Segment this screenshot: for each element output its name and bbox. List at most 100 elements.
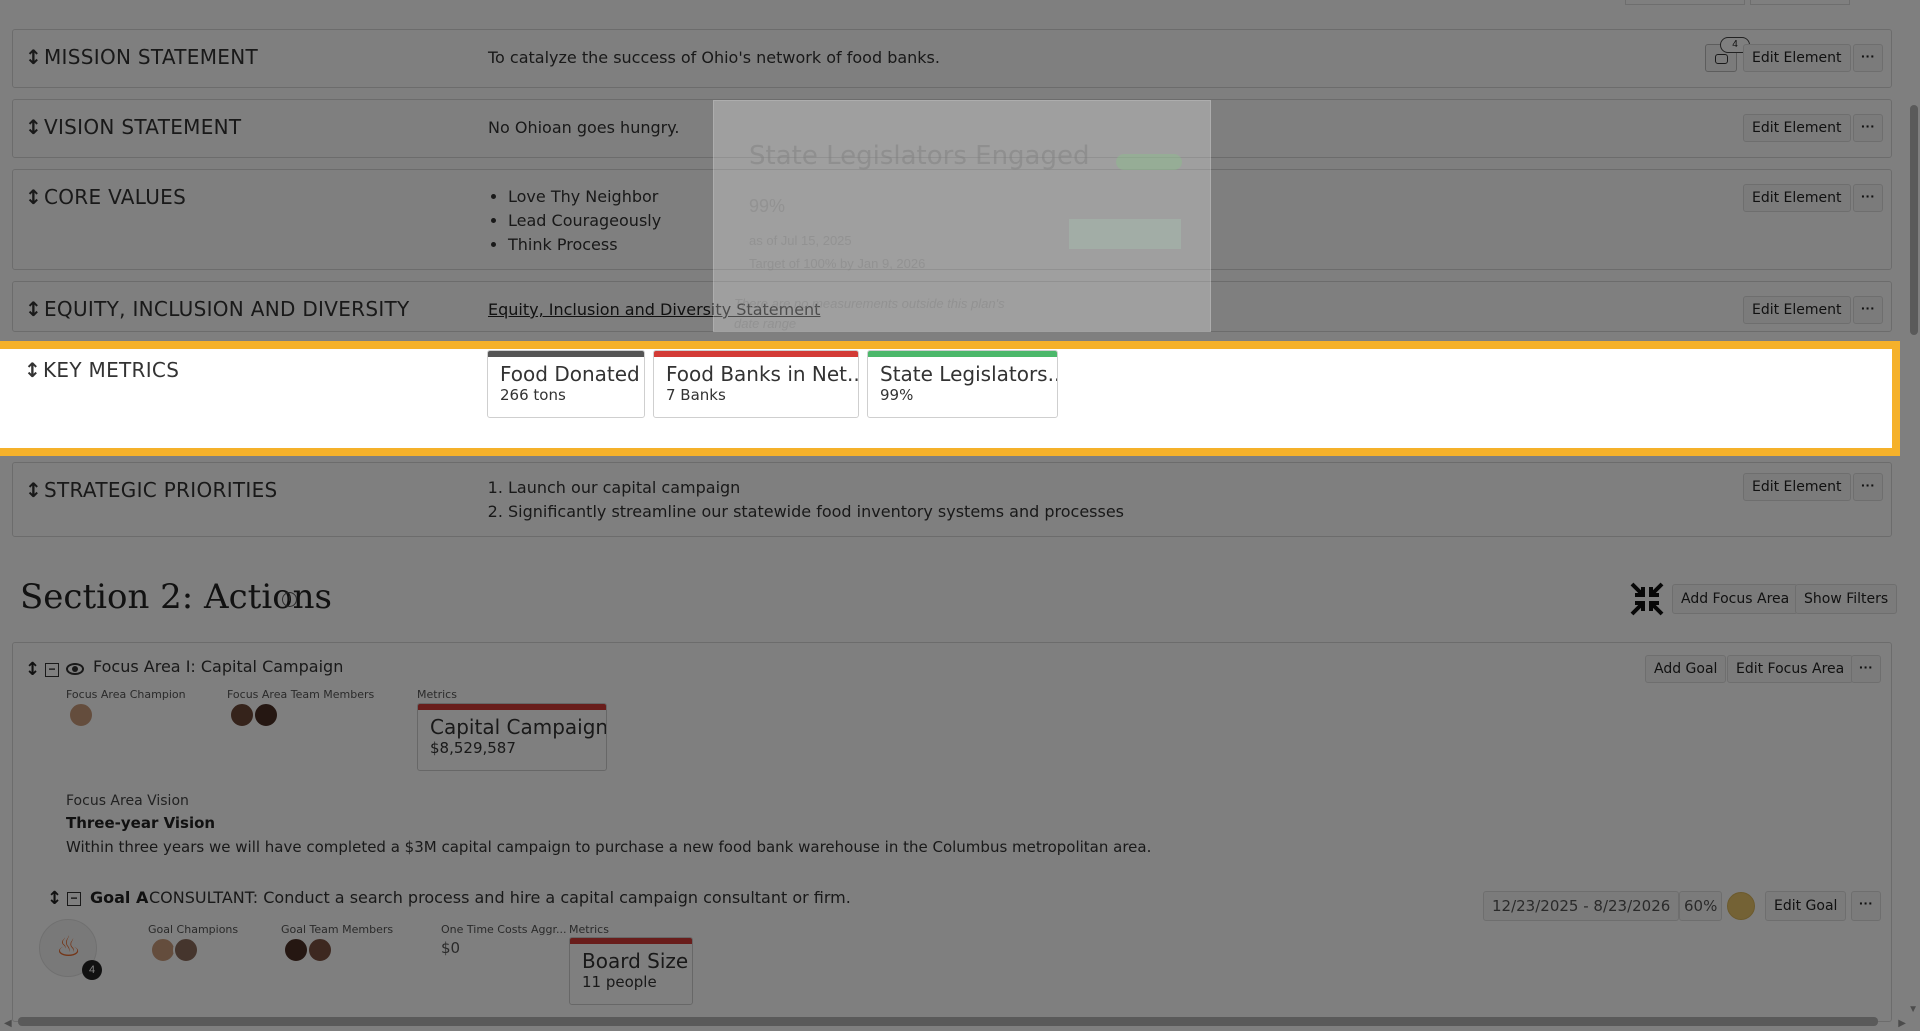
- metric-card-capital-campaign[interactable]: Capital Campaign $8,529,587: [417, 703, 607, 771]
- drag-handle-icon[interactable]: ↕: [25, 185, 42, 209]
- row-title: KEY METRICS: [43, 358, 180, 382]
- popup-status-badge: [1116, 154, 1182, 170]
- comments-button[interactable]: 4: [1705, 37, 1750, 72]
- focus-area-vision-label: Focus Area Vision: [66, 793, 189, 809]
- mission-statement-row: ↕ MISSION STATEMENT To catalyze the succ…: [12, 29, 1892, 88]
- scroll-down-icon[interactable]: ▼: [1908, 1004, 1918, 1015]
- list-item: Launch our capital campaign: [508, 476, 1124, 500]
- list-item: Love Thy Neighbor: [508, 185, 661, 209]
- popup-as-of: as of Jul 15, 2025: [749, 233, 852, 248]
- collapse-toggle-icon[interactable]: −: [67, 892, 81, 906]
- edit-element-button[interactable]: Edit Element: [1743, 44, 1851, 72]
- info-icon[interactable]: i: [282, 592, 297, 607]
- edit-focus-area-button[interactable]: Edit Focus Area: [1727, 655, 1854, 683]
- metric-card-board-size[interactable]: Board Size 11 people: [569, 937, 693, 1005]
- horizontal-scrollbar[interactable]: [18, 1017, 1878, 1026]
- list-item: Significantly streamline our statewide f…: [508, 500, 1124, 524]
- edit-element-button[interactable]: Edit Element: [1743, 473, 1851, 501]
- edit-element-button[interactable]: Edit Element: [1743, 296, 1851, 324]
- edit-goal-button[interactable]: Edit Goal: [1765, 891, 1847, 921]
- metric-card-food-donated[interactable]: Food Donated 266 tons: [487, 350, 645, 418]
- eye-icon[interactable]: [66, 663, 84, 675]
- drag-handle-icon[interactable]: ↕: [25, 659, 40, 680]
- metric-card-food-banks[interactable]: Food Banks in Net... 7 Banks: [653, 350, 859, 418]
- strategic-priorities-row: ↕ STRATEGIC PRIORITIES Launch our capita…: [12, 462, 1892, 537]
- metric-name: Board Size: [582, 949, 689, 973]
- list-item: Lead Courageously: [508, 209, 661, 233]
- metric-value: 7 Banks: [666, 386, 726, 404]
- goal-status-dot[interactable]: [1727, 892, 1755, 920]
- drag-handle-icon[interactable]: ↕: [47, 888, 62, 909]
- edit-element-button[interactable]: Edit Element: [1743, 114, 1851, 142]
- popup-note-2: date range: [734, 316, 797, 331]
- metrics-label: Metrics: [569, 923, 609, 936]
- goal-fire-badge[interactable]: ♨ 4: [39, 919, 102, 980]
- more-options-button[interactable]: ···: [1853, 114, 1883, 142]
- goal-label: Goal A: [90, 888, 149, 907]
- goal-champions-label: Goal Champions: [148, 923, 239, 936]
- drag-handle-icon[interactable]: ↕: [24, 358, 41, 382]
- avatar[interactable]: [68, 702, 94, 728]
- flame-icon: ♨: [56, 931, 82, 962]
- drag-handle-icon[interactable]: ↕: [25, 478, 42, 502]
- popup-percent: 99%: [749, 196, 786, 216]
- team-members-label: Focus Area Team Members: [227, 688, 375, 701]
- more-options-button[interactable]: ···: [1853, 44, 1883, 72]
- mission-text: To catalyze the success of Ohio's networ…: [488, 48, 940, 67]
- row-title: EQUITY, INCLUSION AND DIVERSITY: [44, 297, 410, 321]
- metric-value: 266 tons: [500, 386, 566, 404]
- key-metrics-row: ↕ KEY METRICS Food Donated 266 tons Food…: [0, 341, 1900, 456]
- drag-handle-icon[interactable]: ↕: [25, 45, 42, 69]
- focus-area-card: ↕ − Focus Area I: Capital Campaign Focus…: [12, 642, 1892, 1022]
- goal-team-label: Goal Team Members: [281, 923, 394, 936]
- metric-name: Capital Campaign: [430, 715, 606, 739]
- show-filters-button[interactable]: Show Filters: [1795, 584, 1898, 614]
- popup-sparkline: [1069, 219, 1181, 249]
- metric-name: State Legislators...: [880, 362, 1057, 386]
- drag-handle-icon[interactable]: ↕: [25, 115, 42, 139]
- more-options-button[interactable]: ···: [1853, 473, 1883, 501]
- row-title: STRATEGIC PRIORITIES: [44, 478, 278, 502]
- more-options-button[interactable]: ···: [1853, 296, 1883, 324]
- one-time-costs-value: $0: [441, 939, 461, 957]
- popup-title: State Legislators Engaged: [749, 141, 1090, 171]
- list-item: Think Process: [508, 233, 661, 257]
- vision-title: Three-year Vision: [66, 814, 216, 832]
- goal-progress[interactable]: 60%: [1679, 891, 1723, 921]
- metric-name: Food Banks in Net...: [666, 362, 858, 386]
- metric-value: 99%: [880, 386, 914, 404]
- popup-target: Target of 100% by Jan 9, 2026: [749, 256, 926, 271]
- metric-value: 11 people: [582, 973, 657, 991]
- focus-area-title: Focus Area I: Capital Campaign: [93, 657, 344, 676]
- avatar[interactable]: [253, 702, 279, 728]
- metric-popup-ghost: State Legislators Engaged 99% as of Jul …: [713, 100, 1211, 332]
- more-options-button[interactable]: ···: [1853, 184, 1883, 212]
- top-toolbar-remnant: [1625, 0, 1745, 5]
- goal-date-range[interactable]: 12/23/2025 - 8/23/2026: [1483, 891, 1680, 921]
- add-focus-area-button[interactable]: Add Focus Area: [1672, 584, 1799, 614]
- metrics-label: Metrics: [417, 688, 457, 701]
- avatar[interactable]: [173, 937, 199, 963]
- scroll-left-icon[interactable]: ◀: [4, 1018, 12, 1029]
- avatar[interactable]: [229, 702, 255, 728]
- more-options-button[interactable]: ···: [1851, 655, 1881, 683]
- avatar[interactable]: [283, 937, 309, 963]
- scroll-right-icon[interactable]: ▶: [1898, 1018, 1906, 1029]
- avatar[interactable]: [307, 937, 333, 963]
- collapse-all-icon[interactable]: [1630, 582, 1664, 616]
- champion-label: Focus Area Champion: [66, 688, 186, 701]
- core-values-list: Love Thy Neighbor Lead Courageously Thin…: [488, 185, 661, 257]
- row-title: MISSION STATEMENT: [44, 45, 259, 69]
- more-options-button[interactable]: ···: [1851, 891, 1881, 921]
- add-goal-button[interactable]: Add Goal: [1645, 655, 1727, 683]
- vision-text: Within three years we will have complete…: [66, 838, 1152, 856]
- vertical-scrollbar[interactable]: [1910, 105, 1918, 335]
- top-toolbar-remnant-2: [1750, 0, 1850, 5]
- collapse-toggle-icon[interactable]: −: [45, 663, 59, 677]
- comment-icon: [1715, 54, 1728, 64]
- one-time-costs-label: One Time Costs Aggr...: [441, 923, 567, 936]
- drag-handle-icon[interactable]: ↕: [25, 297, 42, 321]
- edit-element-button[interactable]: Edit Element: [1743, 184, 1851, 212]
- metric-card-state-legislators[interactable]: State Legislators... 99%: [867, 350, 1058, 418]
- row-title: VISION STATEMENT: [44, 115, 242, 139]
